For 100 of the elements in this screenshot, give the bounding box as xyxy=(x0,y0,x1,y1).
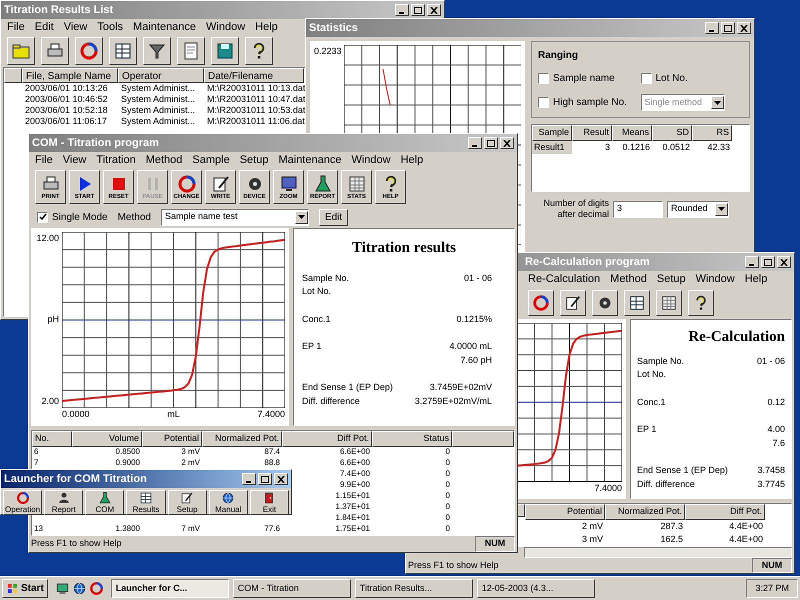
column-header[interactable]: Diff Pot. xyxy=(685,504,765,520)
pen-icon xyxy=(210,174,230,194)
menu-item[interactable]: Help xyxy=(744,270,768,288)
digits-spin-field[interactable]: 3 xyxy=(613,200,663,218)
horizontal-scrollbar[interactable] xyxy=(524,547,792,558)
checkbox[interactable] xyxy=(538,73,549,84)
toolbar-button[interactable] xyxy=(211,37,239,65)
close-button[interactable] xyxy=(427,4,441,16)
toolbar-button[interactable] xyxy=(41,37,69,65)
result-value: 3.7458 xyxy=(757,464,785,477)
column-header[interactable]: Result xyxy=(572,125,612,140)
launcher-button[interactable]: Exit xyxy=(250,490,289,515)
menu-item[interactable]: Setup xyxy=(240,152,268,168)
column-header[interactable]: Status xyxy=(372,431,452,446)
column-header[interactable]: Date/Filename xyxy=(204,68,304,83)
menu-item[interactable]: File xyxy=(35,152,53,168)
launcher-button[interactable]: Setup xyxy=(168,490,207,515)
launcher-button[interactable]: COM xyxy=(85,490,124,515)
table-cell: 1.37E+01 xyxy=(336,502,370,511)
column-header[interactable]: Volume xyxy=(72,431,142,446)
column-header[interactable]: File, Sample Name xyxy=(22,68,118,83)
quick-launch-button[interactable] xyxy=(72,581,87,596)
column-header[interactable]: No. xyxy=(32,431,72,446)
maximize-button[interactable] xyxy=(721,22,735,34)
toolbar-button[interactable] xyxy=(109,37,137,65)
toolbar-button[interactable] xyxy=(592,290,618,316)
toolbar-button[interactable] xyxy=(143,37,171,65)
column-header[interactable]: Potential xyxy=(525,504,605,520)
table-cell-text: M:\R20031011 11:06.dat xyxy=(206,114,304,128)
maximize-button[interactable] xyxy=(258,473,272,485)
maximize-button[interactable] xyxy=(484,137,498,149)
launcher-button[interactable]: Report xyxy=(44,490,84,515)
menu-item[interactable]: File xyxy=(7,18,25,36)
toolbar-button[interactable] xyxy=(177,37,205,65)
toolbar-button[interactable] xyxy=(688,290,714,316)
toolbar-button[interactable] xyxy=(7,37,35,65)
close-button[interactable] xyxy=(737,22,751,34)
minimize-button[interactable] xyxy=(468,137,482,149)
window-title: Re-Calculation program xyxy=(524,254,650,270)
close-button[interactable] xyxy=(500,137,514,149)
checkbox[interactable] xyxy=(640,73,652,84)
menu-item[interactable]: Help xyxy=(400,152,424,168)
table-cell: 1.75E+01 xyxy=(336,524,370,533)
table-cell: 0 xyxy=(446,447,450,456)
menu-item[interactable]: View xyxy=(62,152,86,168)
close-button[interactable] xyxy=(777,256,791,268)
menu-item[interactable]: Tools xyxy=(97,18,124,36)
menu-item[interactable]: Window xyxy=(206,18,246,36)
start-button[interactable]: Start xyxy=(2,579,48,598)
checkbox[interactable] xyxy=(37,212,48,222)
menu-item[interactable]: View xyxy=(64,18,88,36)
launcher-button[interactable]: Operation xyxy=(3,490,42,515)
taskbar-task[interactable]: 12-05-2003 (4.3... xyxy=(476,579,595,598)
dropdown[interactable]: Rounded xyxy=(667,200,729,218)
column-header[interactable]: Normalized Pot. xyxy=(202,431,282,446)
toolbar-button[interactable] xyxy=(624,290,650,316)
maximize-button[interactable] xyxy=(761,256,775,268)
column-header[interactable]: Means xyxy=(612,125,652,140)
minimize-button[interactable] xyxy=(745,256,759,268)
menu-item[interactable]: Setup xyxy=(656,270,686,288)
close-button[interactable] xyxy=(274,473,288,485)
launcher-button[interactable]: Results xyxy=(126,490,166,515)
menu-item[interactable]: Help xyxy=(255,18,278,36)
taskbar-task[interactable]: COM - Titration xyxy=(232,579,351,598)
launcher-button[interactable]: Manual xyxy=(208,490,248,515)
menu-item[interactable]: Maintenance xyxy=(133,18,196,36)
column-header[interactable]: Sample xyxy=(532,125,572,140)
menu-item[interactable]: Method xyxy=(146,152,182,168)
toolbar-button[interactable] xyxy=(245,37,273,65)
column-header[interactable]: Normalized Pot. xyxy=(605,504,685,520)
maximize-button[interactable] xyxy=(411,4,425,16)
toolbar-button[interactable] xyxy=(75,37,103,65)
column-header[interactable]: Diff Pot. xyxy=(282,431,372,446)
dropdown[interactable]: Sample name test xyxy=(160,208,309,226)
column-header[interactable]: RS xyxy=(692,125,732,140)
menu-item[interactable]: Maintenance xyxy=(278,152,342,168)
menu-item[interactable]: Window xyxy=(696,270,735,288)
maximize-icon xyxy=(261,476,269,482)
quick-launch-button[interactable] xyxy=(54,581,70,596)
minimize-button[interactable] xyxy=(705,22,719,34)
menu-item[interactable]: Window xyxy=(351,152,391,168)
taskbar-task[interactable]: Titration Results... xyxy=(354,579,473,598)
minimize-button[interactable] xyxy=(395,4,409,16)
column-header[interactable]: Operator xyxy=(118,68,204,83)
menu-item[interactable]: Edit xyxy=(34,18,54,36)
menu-item[interactable]: Re-Calculation xyxy=(528,270,600,288)
checkbox-label: Sample name xyxy=(553,72,615,86)
toolbar-button[interactable] xyxy=(560,290,586,316)
column-header[interactable]: SD xyxy=(652,125,692,140)
column-header[interactable]: Potential xyxy=(142,431,202,446)
menu-item[interactable]: Sample xyxy=(192,152,230,168)
menu-item[interactable]: Titration xyxy=(96,152,136,168)
edit-button[interactable]: Edit xyxy=(318,208,348,226)
quick-launch-button[interactable] xyxy=(88,581,104,596)
menu-item[interactable]: Method xyxy=(610,270,647,288)
checkbox[interactable] xyxy=(538,97,549,108)
minimize-button[interactable] xyxy=(242,473,256,485)
taskbar-task[interactable]: Launcher for C... xyxy=(110,579,229,598)
toolbar-button[interactable] xyxy=(656,290,682,316)
toolbar-button[interactable] xyxy=(528,290,554,316)
